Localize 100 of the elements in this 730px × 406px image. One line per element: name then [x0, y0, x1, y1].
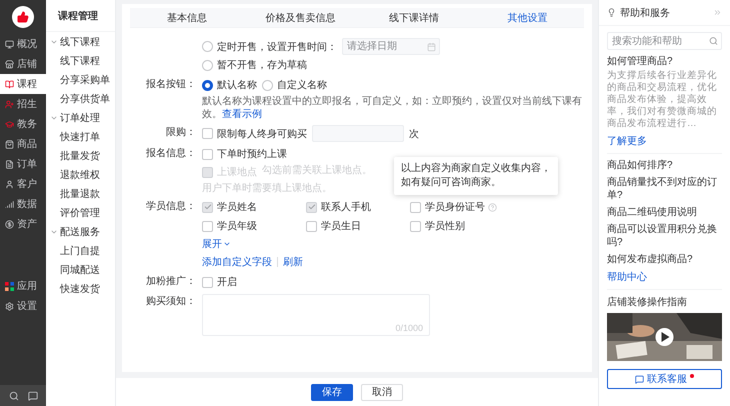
nav-item[interactable]: 教务 — [0, 114, 46, 134]
checkbox[interactable] — [410, 202, 421, 212]
date-field[interactable]: 请选择日期 — [342, 38, 440, 55]
menu-item[interactable]: 线下课程 — [46, 51, 115, 70]
chevron-icon — [223, 240, 231, 248]
radio-button[interactable] — [202, 80, 213, 90]
menu-item[interactable]: 退款维权 — [46, 165, 115, 184]
menu-item[interactable]: 同城配送 — [46, 260, 115, 279]
calendar-icon — [427, 42, 436, 51]
contact-button[interactable]: 联系客服 — [607, 369, 722, 389]
example-link[interactable]: 查看示例 — [222, 109, 262, 120]
nav-item[interactable]: 订单 — [0, 154, 46, 174]
menu-item[interactable]: 评价管理 — [46, 203, 115, 222]
checkbox[interactable] — [202, 220, 213, 232]
message-icon[interactable] — [28, 390, 38, 400]
help-center-link[interactable]: 帮助中心 — [607, 271, 722, 284]
menu-item[interactable]: 快速发货 — [46, 279, 115, 298]
checkbox[interactable] — [410, 220, 421, 232]
menu-group[interactable]: 订单处理 — [46, 108, 115, 127]
lightbulb-icon — [607, 8, 616, 17]
search-icon[interactable] — [8, 390, 18, 400]
store-icon — [5, 60, 14, 68]
signup-option[interactable]: 下单时预约上课 — [202, 147, 287, 161]
tab[interactable]: 基本信息 — [130, 8, 244, 27]
menu-item[interactable]: 快速打单 — [46, 127, 115, 146]
panel-title: 帮助和服务 — [620, 6, 671, 20]
field-label: 报名信息： — [145, 146, 196, 161]
menu-group[interactable]: 线下课程 — [46, 32, 115, 51]
nav-item[interactable]: 店铺 — [0, 54, 46, 74]
menu-item[interactable]: 上门自提 — [46, 241, 115, 260]
promotion-option[interactable]: 开启 — [202, 275, 237, 289]
help-search-field[interactable]: 搜索功能和帮助 — [607, 32, 722, 50]
button-name-option[interactable]: 默认名称 — [202, 78, 257, 92]
check-icon — [308, 203, 316, 211]
sale-option[interactable]: 暂不开售，存为草稿 — [202, 58, 307, 72]
article-title: 如何管理商品? — [607, 55, 674, 68]
action-link[interactable]: 刷新 — [283, 255, 303, 269]
checkbox[interactable] — [202, 148, 213, 160]
message-icon — [635, 374, 644, 384]
checkbox[interactable] — [202, 276, 213, 288]
collapse-icon[interactable] — [713, 8, 722, 17]
student-field-option[interactable]: 学员性别 — [410, 219, 465, 233]
search-icon — [709, 36, 718, 46]
coin-icon — [5, 220, 14, 228]
student-field-option[interactable]: 学员年级 — [202, 219, 257, 233]
nav-item[interactable]: 课程 — [0, 74, 46, 94]
hint-text: 默认名称为课程设置中的立即报名，可自定义，如：立即预约，设置仅对当前线下课有效。查看示例 — [202, 95, 583, 121]
document-icon — [5, 160, 14, 168]
nav-item[interactable]: 商品 — [0, 134, 46, 154]
menu-item[interactable]: 批量发货 — [46, 146, 115, 165]
menu-title: 课程管理 — [46, 0, 115, 32]
nav-item[interactable]: 资产 — [0, 214, 46, 234]
bag-icon — [5, 140, 14, 148]
faq-link[interactable]: 商品二维码使用说明 — [607, 206, 722, 219]
learn-more-link[interactable]: 了解更多 — [607, 135, 722, 148]
book-icon — [5, 80, 14, 88]
faq-link[interactable]: 商品可以设置用积分兑换吗? — [607, 223, 722, 249]
tab[interactable]: 线下课详情 — [357, 8, 470, 27]
field-label: 限购： — [165, 126, 196, 140]
help-icon[interactable] — [488, 202, 497, 212]
monitor-icon — [5, 40, 14, 48]
unit-text: 次 — [409, 128, 419, 140]
tab[interactable]: 价格及售卖信息 — [244, 8, 357, 27]
checkbox[interactable] — [306, 220, 317, 232]
bar-chart-icon — [5, 200, 14, 208]
student-field-option[interactable]: 学员身份证号 — [410, 200, 485, 214]
logo-icon[interactable] — [12, 6, 34, 28]
field-label: 报名按钮： — [145, 78, 196, 92]
menu-item[interactable]: 批量退款 — [46, 184, 115, 203]
checkbox[interactable] — [202, 128, 213, 139]
button-name-option[interactable]: 自定义名称 — [262, 78, 327, 92]
nav-item[interactable]: 招生 — [0, 94, 46, 114]
apps-icon — [5, 282, 14, 290]
menu-group[interactable]: 配送服务 — [46, 222, 115, 241]
faq-link[interactable]: 商品销量找不到对应的订单? — [607, 176, 722, 202]
nav-item[interactable]: 客户 — [0, 174, 46, 194]
action-link[interactable]: 添加自定义字段 — [202, 255, 272, 269]
graduation-cap-icon — [5, 120, 14, 128]
faq-link[interactable]: 如何发布虚拟商品? — [607, 253, 722, 266]
menu-item[interactable]: 分享采购单 — [46, 70, 115, 89]
guide-title: 店铺装修操作指南 — [607, 296, 688, 309]
field-label: 加粉推广： — [145, 274, 196, 289]
field-label: 购买须知： — [145, 295, 196, 309]
sale-option[interactable]: 定时开售，设置开售时间： — [202, 40, 337, 54]
check-icon — [204, 203, 212, 211]
settings-icon — [5, 302, 14, 310]
expand-link[interactable]: 展开 — [202, 237, 222, 251]
nav-item[interactable]: 设置 — [0, 296, 46, 316]
user-plus-icon — [5, 100, 14, 108]
limit-option[interactable]: 限制每人终身可购买 — [202, 126, 307, 140]
tab[interactable]: 其他设置 — [470, 8, 584, 27]
nav-item[interactable]: 应用 — [0, 276, 46, 296]
menu-item[interactable]: 分享供货单 — [46, 89, 115, 108]
nav-item[interactable]: 概况 — [0, 34, 46, 54]
student-field-option[interactable]: 学员生日 — [306, 219, 361, 233]
faq-link[interactable]: 商品如何排序? — [607, 159, 722, 172]
nav-item[interactable]: 数据 — [0, 194, 46, 214]
save-button[interactable]: 保存 — [311, 384, 353, 400]
cancel-button[interactable]: 取消 — [361, 384, 403, 400]
field-label: 学员信息： — [145, 200, 196, 214]
